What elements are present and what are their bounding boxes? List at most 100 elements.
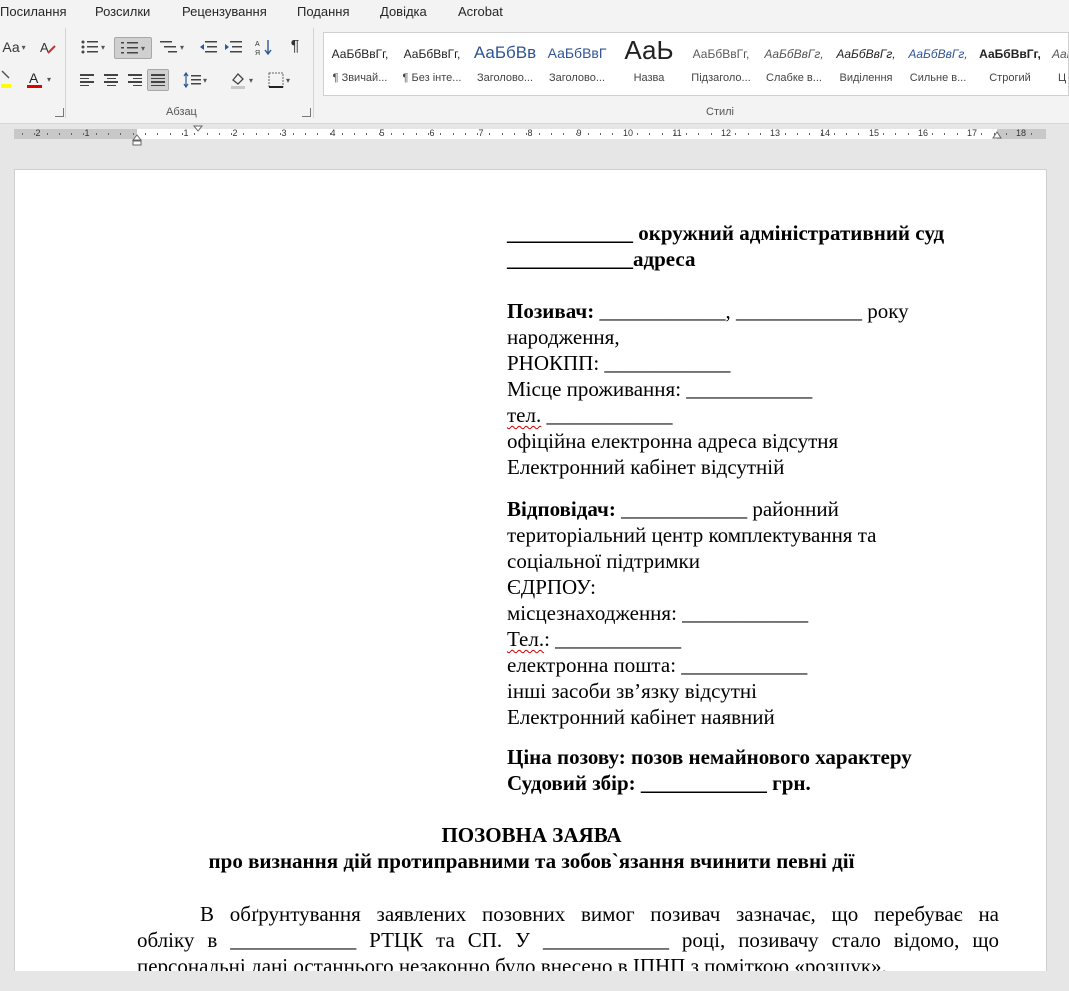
ruler-tick xyxy=(1006,133,1007,135)
tab-review[interactable]: Рецензування xyxy=(182,4,267,19)
body-paragraph: В обґрунтування заявлених позовних вимог… xyxy=(137,901,999,979)
ruler-tick xyxy=(416,133,417,135)
line-spacing-button[interactable]: ▾ xyxy=(178,69,212,91)
ruler-tick xyxy=(231,133,232,135)
style-emphasis[interactable]: АаБбВвГг, Виділення xyxy=(830,33,902,95)
ruler-tick xyxy=(256,133,257,135)
align-center-icon[interactable] xyxy=(100,69,122,91)
left-indent-icon[interactable] xyxy=(132,134,142,146)
ruler-tick xyxy=(686,133,687,135)
paragraph-dialog-launcher-icon[interactable] xyxy=(302,108,311,117)
spellcheck-underline: Тел. xyxy=(507,627,545,651)
style-heading-1[interactable]: АаБбВв Заголово... xyxy=(470,33,540,95)
ruler-label: 8 xyxy=(527,128,533,138)
highlight-color-icon[interactable] xyxy=(0,68,12,90)
style-title[interactable]: АаЬ Назва xyxy=(614,33,684,95)
ribbon-tab-bar: Посилання Розсилки Рецензування Подання … xyxy=(0,0,1069,24)
justify-icon[interactable] xyxy=(147,69,169,91)
ruler-tick xyxy=(71,133,72,135)
body-line: В обґрунтування заявлених позовних вимог… xyxy=(200,902,999,926)
ruler-tick xyxy=(908,133,909,135)
ruler-tick xyxy=(698,133,699,135)
ruler-tick xyxy=(748,133,749,135)
court-fee: Судовий збір: ____________ грн. xyxy=(507,771,811,795)
borders-button[interactable]: ▾ xyxy=(262,69,296,91)
ruler-tick xyxy=(846,133,847,135)
claim-info-block: Ціна позову: позов немайнового характеру… xyxy=(507,744,997,796)
show-formatting-marks-icon[interactable]: ¶ xyxy=(284,36,306,58)
ruler-tick xyxy=(280,133,281,135)
tab-mailings[interactable]: Розсилки xyxy=(95,4,150,19)
ruler-tick xyxy=(330,133,331,135)
ruler-tick xyxy=(514,133,515,135)
first-line-indent-icon[interactable] xyxy=(193,125,203,133)
spellcheck-underline: тел. xyxy=(507,403,542,427)
style-heading-2[interactable]: АаБбВвГ Заголово... xyxy=(540,33,614,95)
ruler-tick xyxy=(219,133,220,135)
clear-formatting-icon[interactable]: A xyxy=(36,36,60,58)
ruler-tick xyxy=(932,133,933,135)
style-normal[interactable]: АаБбВвГг, ¶ Звичай... xyxy=(324,33,396,95)
style-quote[interactable]: АаБ Ц xyxy=(1046,33,1068,95)
style-intense-emphasis[interactable]: АаБбВвГг, Сильне в... xyxy=(902,33,974,95)
tab-acrobat[interactable]: Acrobat xyxy=(458,4,503,19)
ruler-tick xyxy=(354,133,355,135)
ruler-label: 2 xyxy=(35,128,41,138)
ruler-label: 1 xyxy=(183,128,189,138)
ruler-tick xyxy=(944,133,945,135)
ruler-tick xyxy=(207,133,208,135)
ruler-tick xyxy=(22,133,23,135)
style-no-spacing[interactable]: АаБбВвГг, ¶ Без інте... xyxy=(396,33,468,95)
ruler-tick xyxy=(170,133,171,135)
numbering-button[interactable]: ▾ xyxy=(114,37,152,59)
decrease-indent-icon[interactable] xyxy=(197,36,219,58)
ruler-tick xyxy=(551,133,552,135)
ruler-tick xyxy=(674,133,675,135)
tab-help[interactable]: Довідка xyxy=(380,4,427,19)
multilevel-list-button[interactable]: ▾ xyxy=(155,36,189,58)
align-right-icon[interactable] xyxy=(124,69,146,91)
ruler-tick xyxy=(268,133,269,135)
ruler-tick xyxy=(194,133,195,135)
ruler-tick xyxy=(34,133,35,135)
style-subtitle[interactable]: АаБбВвГг, Підзаголо... xyxy=(684,33,758,95)
ruler-tick xyxy=(502,133,503,135)
tab-references[interactable]: Посилання xyxy=(0,4,67,19)
bullets-button[interactable]: ▾ xyxy=(76,36,110,58)
ruler-tick xyxy=(871,133,872,135)
ruler-tick xyxy=(428,133,429,135)
group-separator xyxy=(65,28,66,118)
style-strong[interactable]: АаБбВвГг, Строгий xyxy=(974,33,1046,95)
style-subtle-emphasis[interactable]: АаБбВвГг, Слабке в... xyxy=(758,33,830,95)
ruler-tick xyxy=(133,133,134,135)
increase-indent-icon[interactable] xyxy=(222,36,244,58)
ruler-label: 6 xyxy=(429,128,435,138)
align-left-icon[interactable] xyxy=(76,69,98,91)
ruler-tick xyxy=(59,133,60,135)
body-line: обліку в ____________ РТЦК та СП. У ____… xyxy=(137,928,999,952)
ruler-tick xyxy=(588,133,589,135)
ruler-tick xyxy=(735,133,736,135)
shading-button[interactable]: ▾ xyxy=(224,69,258,91)
sort-icon[interactable]: AЯ xyxy=(252,36,276,58)
ruler-label: 3 xyxy=(281,128,287,138)
font-dialog-launcher-icon[interactable] xyxy=(55,108,64,117)
ruler-label: 9 xyxy=(576,128,582,138)
ruler-tick xyxy=(293,133,294,135)
horizontal-ruler[interactable]: 2 1 1 2 3 4 5 6 7 8 9 10 11 12 13 14 15 … xyxy=(0,125,1069,146)
ruler-tick xyxy=(797,133,798,135)
ruler-tick xyxy=(465,133,466,135)
ruler-tick xyxy=(772,133,773,135)
ruler-tick xyxy=(539,133,540,135)
document-page[interactable]: ____________ окружний адміністративний с… xyxy=(14,169,1047,991)
ruler-tick xyxy=(182,133,183,135)
ruler-tick xyxy=(477,133,478,135)
ruler-tick xyxy=(453,133,454,135)
font-color-button[interactable]: A ▾ xyxy=(18,68,58,90)
change-case-button[interactable]: Аа ▾ xyxy=(0,36,28,58)
ruler-tick xyxy=(785,133,786,135)
ruler-tick xyxy=(981,133,982,135)
tab-view[interactable]: Подання xyxy=(297,4,350,19)
ruler-tick xyxy=(1031,133,1032,135)
ruler-tick xyxy=(649,133,650,135)
